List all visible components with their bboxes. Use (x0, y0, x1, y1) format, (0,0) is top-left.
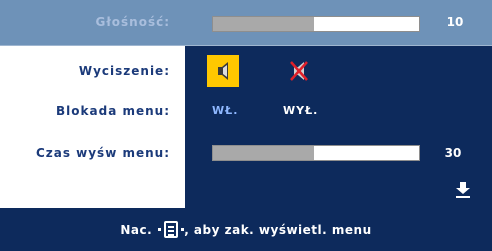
menu-timeout-slider[interactable] (212, 145, 420, 161)
osd-audio-menu: Głośność: 10 Wyciszenie: Blokada menu: C… (0, 0, 492, 251)
menu-lock-label: Blokada menu: (56, 104, 170, 118)
menu-timeout-label: Czas wyśw menu: (35, 146, 170, 160)
volume-slider[interactable] (212, 16, 420, 32)
speaker-icon (218, 62, 228, 80)
footer-prefix: Nac. (120, 222, 153, 237)
footer-suffix: , aby zak. wyświetl. menu (184, 222, 372, 237)
menu-lock-off-option[interactable]: WYŁ. (283, 104, 318, 117)
menu-lock-on-option[interactable]: WŁ. (212, 104, 238, 117)
speaker-muted-icon (290, 61, 308, 81)
volume-label: Głośność: (95, 15, 170, 29)
menu-timeout-slider-fill (213, 146, 314, 160)
key-dot-left (158, 228, 162, 231)
settings-panel: WŁ. WYŁ. 30 (185, 46, 492, 208)
speaker-on-button[interactable] (207, 55, 239, 87)
menu-timeout-value: 30 (444, 146, 462, 160)
speaker-mute-button[interactable] (283, 55, 315, 87)
arrow-down-icon[interactable] (455, 181, 471, 199)
volume-slider-fill (213, 17, 314, 31)
volume-value: 10 (446, 15, 464, 29)
footer-hint: Nac. , aby zak. wyświetl. menu (0, 208, 492, 251)
mute-label: Wyciszenie: (78, 64, 170, 78)
volume-row[interactable]: Głośność: 10 (0, 0, 492, 46)
menu-key-icon (164, 221, 179, 238)
